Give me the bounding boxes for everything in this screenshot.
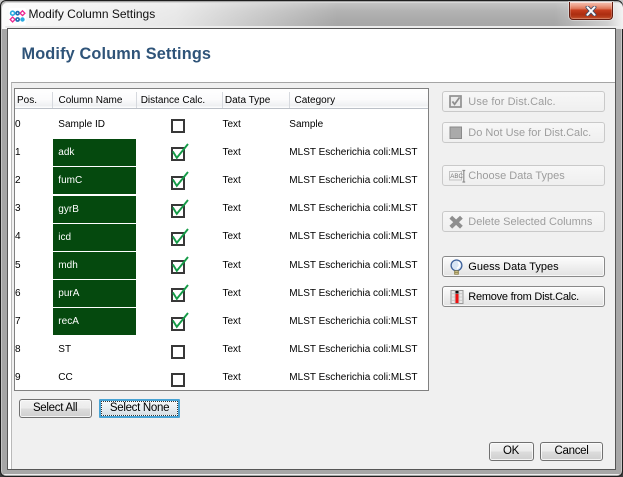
svg-text:ABC: ABC (450, 173, 463, 180)
